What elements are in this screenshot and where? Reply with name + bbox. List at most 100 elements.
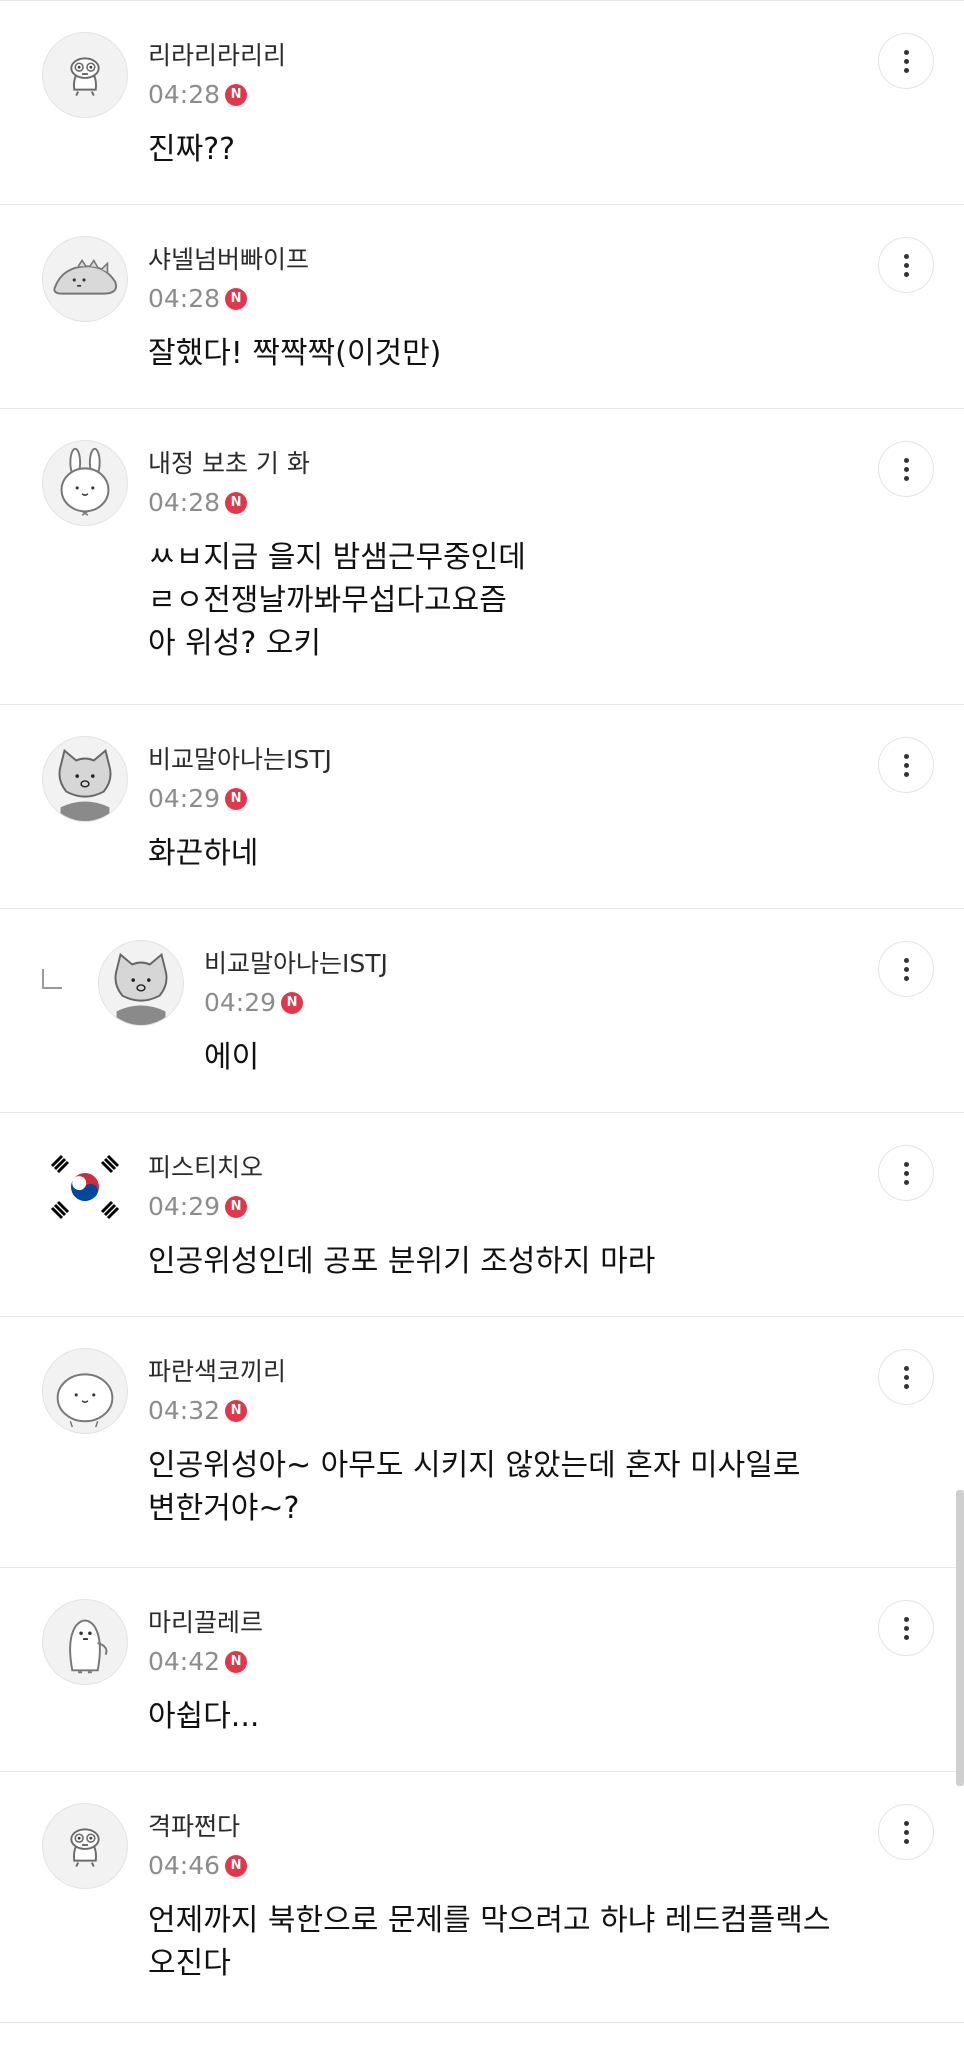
menu-dot (903, 1383, 909, 1389)
reply-comment: 비교말아나는ISTJ 04:29 N 에이 (0, 909, 964, 1113)
menu-dot (903, 475, 909, 481)
timestamp: 04:29 (148, 1192, 221, 1221)
menu-dot (903, 1374, 909, 1380)
comment-text: 잘했다! 짝짝짝(이것만) (148, 336, 442, 371)
comment-item: 피스티치오 04:29 N 인공위성인데 공포 분위기 조성하지 마라 (0, 1113, 964, 1317)
comment-list: 리라리라리리 04:28 N 진짜?? 샤넬넘버빠이프 04:28 N 잘했다! 짝짝짝(이것… (0, 0, 964, 2023)
more-vertical-icon[interactable] (878, 237, 934, 293)
comment-item: 비교말아나는ISTJ 04:29 N 화끈하네 (0, 705, 964, 909)
menu-dot (903, 771, 909, 777)
nickname[interactable]: 마리끌레르 (148, 1608, 263, 1638)
timestamp-row: 04:28 N (148, 488, 248, 518)
menu-dot (903, 1161, 909, 1167)
nickname[interactable]: 파란색코끼리 (148, 1357, 286, 1387)
reply-arrow-icon (42, 969, 62, 989)
comment-text: 아쉽다... (148, 1699, 260, 1734)
comment-text: 인공위성인데 공포 분위기 조성하지 마라 (148, 1244, 656, 1279)
menu-dot (903, 1170, 909, 1176)
cartoon-bird-avatar[interactable] (42, 1803, 128, 1889)
comment-text: ㅆㅂ지금 을지 밤샘근무중인데 ㄹㅇ전쟁날까봐무섭다고요즘 아 위성? 오키 (148, 540, 526, 661)
timestamp-row: 04:29 N (148, 784, 248, 814)
menu-dot (903, 253, 909, 259)
timestamp-row: 04:28 N (148, 284, 248, 314)
menu-dot (903, 966, 909, 972)
new-badge: N (225, 1196, 248, 1218)
cartoon-cat-avatar[interactable] (98, 940, 184, 1026)
menu-dot (903, 762, 909, 768)
menu-dot (903, 753, 909, 759)
timestamp-row: 04:29 N (148, 1192, 248, 1222)
more-vertical-icon[interactable] (878, 737, 934, 793)
timestamp-row: 04:32 N (148, 1396, 248, 1426)
new-badge: N (225, 84, 248, 106)
more-vertical-icon[interactable] (878, 1600, 934, 1656)
timestamp: 04:29 (148, 784, 221, 813)
timestamp: 04:28 (148, 80, 221, 109)
comment-text: 진짜?? (148, 132, 236, 167)
menu-dot (903, 262, 909, 268)
cartoon-penguin-avatar[interactable] (42, 1599, 128, 1685)
nickname[interactable]: 비교말아나는ISTJ (204, 949, 388, 979)
korean-flag-avatar[interactable] (42, 1144, 128, 1230)
menu-dot (903, 271, 909, 277)
nickname[interactable]: 리라리라리리 (148, 41, 286, 71)
new-badge: N (225, 1855, 248, 1877)
timestamp: 04:28 (148, 488, 221, 517)
menu-dot (903, 1829, 909, 1835)
cartoon-cat-avatar[interactable] (42, 736, 128, 822)
timestamp: 04:29 (204, 988, 277, 1017)
comment-text: 화끈하네 (148, 836, 259, 871)
more-vertical-icon[interactable] (878, 33, 934, 89)
new-badge: N (225, 1651, 248, 1673)
timestamp-row: 04:28 N (148, 80, 248, 110)
menu-dot (903, 466, 909, 472)
timestamp: 04:32 (148, 1396, 221, 1425)
new-badge: N (225, 1400, 248, 1422)
menu-dot (903, 457, 909, 463)
menu-dot (903, 58, 909, 64)
menu-dot (903, 49, 909, 55)
cartoon-bean-avatar[interactable] (42, 1348, 128, 1434)
menu-dot (903, 1838, 909, 1844)
nickname[interactable]: 비교말아나는ISTJ (148, 745, 332, 775)
comment-item: 샤넬넘버빠이프 04:28 N 잘했다! 짝짝짝(이것만) (0, 205, 964, 409)
timestamp: 04:28 (148, 284, 221, 313)
nickname[interactable]: 피스티치오 (148, 1153, 263, 1183)
new-badge: N (225, 288, 248, 310)
nickname[interactable]: 샤넬넘버빠이프 (148, 245, 309, 275)
nickname[interactable]: 내정 보초 기 화 (148, 449, 310, 479)
comment-item: 격파쩐다 04:46 N 언제까지 북한으로 문제를 막으려고 하냐 레드컴플랙스 오… (0, 1772, 964, 2023)
cartoon-bird-avatar[interactable] (42, 32, 128, 118)
timestamp-row: 04:42 N (148, 1647, 248, 1677)
new-badge: N (281, 992, 304, 1014)
comment-text: 인공위성아~ 아무도 시키지 않았는데 혼자 미사일로 변한거야~? (148, 1448, 801, 1526)
new-badge: N (225, 492, 248, 514)
menu-dot (903, 975, 909, 981)
menu-dot (903, 1616, 909, 1622)
menu-dot (903, 957, 909, 963)
scrollbar[interactable] (956, 1490, 964, 1786)
comment-text: 언제까지 북한으로 문제를 막으려고 하냐 레드컴플랙스 오진다 (148, 1903, 831, 1981)
comment-item: 마리끌레르 04:42 N 아쉽다... (0, 1568, 964, 1772)
cartoon-rabbit-avatar[interactable] (42, 440, 128, 526)
cartoon-dinosaur-avatar[interactable] (42, 236, 128, 322)
more-vertical-icon[interactable] (878, 441, 934, 497)
menu-dot (903, 1365, 909, 1371)
menu-dot (903, 1625, 909, 1631)
timestamp: 04:46 (148, 1851, 221, 1880)
more-vertical-icon[interactable] (878, 941, 934, 997)
more-vertical-icon[interactable] (878, 1145, 934, 1201)
comment-item: 내정 보초 기 화 04:28 N ㅆㅂ지금 을지 밤샘근무중인데 ㄹㅇ전쟁날까봐무섭… (0, 409, 964, 705)
menu-dot (903, 1634, 909, 1640)
comment-text: 에이 (204, 1040, 260, 1075)
comment-item: 파란색코끼리 04:32 N 인공위성아~ 아무도 시키지 않았는데 혼자 미사일로 … (0, 1317, 964, 1568)
comment-item: 리라리라리리 04:28 N 진짜?? (0, 1, 964, 205)
more-vertical-icon[interactable] (878, 1804, 934, 1860)
timestamp-row: 04:29 N (204, 988, 304, 1018)
menu-dot (903, 67, 909, 73)
more-vertical-icon[interactable] (878, 1349, 934, 1405)
timestamp: 04:42 (148, 1647, 221, 1676)
timestamp-row: 04:46 N (148, 1851, 248, 1881)
new-badge: N (225, 788, 248, 810)
nickname[interactable]: 격파쩐다 (148, 1812, 240, 1842)
